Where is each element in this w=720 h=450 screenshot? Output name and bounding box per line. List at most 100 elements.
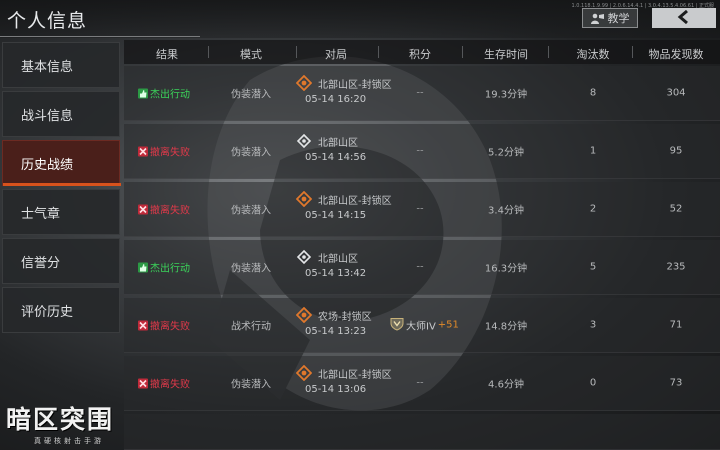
- result-badge: 撤离失败: [138, 318, 190, 333]
- thumbs-up-icon: [138, 88, 148, 98]
- result-label: 杰出行动: [150, 263, 190, 275]
- sidebar-item-label: 基本信息: [21, 59, 74, 75]
- header-bar: 个人信息 1.0.118.1.9.99 | 2.0.6.14.4.1 | 3.0…: [0, 0, 720, 38]
- kills-cell: 2: [589, 203, 597, 215]
- thumbs-up-icon: [138, 262, 148, 272]
- evac-failed-icon: [138, 204, 148, 214]
- items-found-cell: 95: [669, 145, 683, 157]
- sidebar-item-label: 战斗信息: [21, 108, 74, 124]
- match-time: 05-14 13:42: [305, 268, 367, 279]
- table-row[interactable]: 撤离失败 伪装潜入 北部山区 05-14 14:56 -- 5.2分钟 1 95: [124, 124, 720, 179]
- table-row[interactable]: [124, 414, 720, 450]
- sidebar-item-basic-info[interactable]: 基本信息: [2, 42, 120, 88]
- sidebar-item-label: 信誉分: [21, 255, 61, 271]
- result-label: 杰出行动: [150, 89, 190, 101]
- table-row[interactable]: 撤离失败 伪装潜入 北部山区-封锁区 05-14 13:06 -- 4.6分钟 …: [124, 356, 720, 411]
- table-row[interactable]: 撤离失败 伪装潜入 北部山区-封锁区 05-14 14:15 -- 3.4分钟 …: [124, 182, 720, 237]
- rank-badge-icon: [390, 317, 404, 334]
- sidebar-item-match-history[interactable]: 历史战绩: [2, 140, 121, 186]
- map-name: 北部山区-封锁区: [318, 80, 392, 91]
- column-header-survival-time: 生存时间: [484, 48, 528, 61]
- score-cell: --: [416, 203, 424, 215]
- table-row[interactable]: 撤离失败 战术行动 农场-封锁区 05-14 13:23 大师IV +51 14…: [124, 298, 720, 353]
- column-header-result: 结果: [156, 48, 178, 61]
- result-label: 撤离失败: [150, 321, 190, 333]
- column-divider: [296, 46, 297, 58]
- score-cell: --: [416, 261, 424, 273]
- sidebar-item-credit-score[interactable]: 信誉分: [2, 238, 120, 284]
- survival-time-cell: 5.2分钟: [488, 147, 524, 159]
- match-time: 05-14 14:56: [305, 152, 367, 163]
- column-divider: [462, 46, 463, 58]
- page-title: 个人信息: [7, 10, 88, 32]
- score-cell: --: [416, 87, 424, 99]
- game-logo: 暗区突围 真硬核射击手游: [6, 400, 156, 448]
- column-divider: [548, 46, 549, 58]
- kills-cell: 1: [589, 145, 597, 157]
- kills-cell: 8: [589, 87, 597, 99]
- logo-title: 暗区突围: [6, 405, 115, 434]
- sidebar-item-label: 历史战绩: [21, 157, 74, 173]
- result-badge: 撤离失败: [138, 144, 190, 159]
- column-header-items-found: 物品发现数: [648, 48, 704, 61]
- rank-points-delta: +51: [437, 319, 459, 331]
- lockdown-zone-icon: [295, 364, 313, 382]
- sidebar-item-battle-info[interactable]: 战斗信息: [2, 91, 120, 137]
- items-found-cell: 304: [666, 87, 686, 99]
- tutorial-button[interactable]: 教学: [582, 8, 638, 28]
- map-name: 农场-封锁区: [318, 312, 372, 323]
- result-badge: 撤离失败: [138, 376, 190, 391]
- items-found-cell: 52: [669, 203, 683, 215]
- score-cell: --: [416, 145, 424, 157]
- map-name: 北部山区: [318, 254, 358, 265]
- survival-time-cell: 4.6分钟: [488, 379, 524, 391]
- kills-cell: 3: [589, 319, 597, 331]
- match-cell: 北部山区 05-14 14:56: [296, 131, 406, 171]
- map-name: 北部山区-封锁区: [318, 196, 392, 207]
- match-time: 05-14 16:20: [305, 94, 367, 105]
- map-name: 北部山区: [318, 138, 358, 149]
- result-badge: 撤离失败: [138, 202, 190, 217]
- mode-cell: 伪装潜入: [231, 205, 271, 217]
- mode-cell: 伪装潜入: [231, 89, 271, 101]
- score-cell: --: [416, 377, 424, 389]
- items-found-cell: 73: [669, 377, 683, 389]
- sidebar-item-review-history[interactable]: 评价历史: [2, 287, 120, 333]
- result-label: 撤离失败: [150, 205, 190, 217]
- map-name: 北部山区-封锁区: [318, 370, 392, 381]
- table-row[interactable]: 杰出行动 伪装潜入 北部山区 05-14 13:42 -- 16.3分钟 5 2…: [124, 240, 720, 295]
- survival-time-cell: 16.3分钟: [484, 263, 528, 275]
- tutorial-label: 教学: [607, 12, 630, 25]
- kills-cell: 0: [589, 377, 597, 389]
- sidebar-item-morale-badge[interactable]: 士气章: [2, 189, 120, 235]
- column-divider: [208, 46, 209, 58]
- result-label: 撤离失败: [150, 147, 190, 159]
- column-divider: [378, 46, 379, 58]
- mode-cell: 伪装潜入: [231, 263, 271, 275]
- kills-cell: 5: [589, 261, 597, 273]
- match-time: 05-14 13:06: [305, 384, 367, 395]
- column-divider: [632, 46, 633, 58]
- match-cell: 北部山区 05-14 13:42: [296, 247, 406, 287]
- table-row[interactable]: 杰出行动 伪装潜入 北部山区-封锁区 05-14 16:20 -- 19.3分钟…: [124, 66, 720, 121]
- rank-cell: 大师IV +51: [390, 317, 459, 334]
- title-underline: [0, 36, 200, 37]
- survival-time-cell: 3.4分钟: [488, 205, 524, 217]
- result-badge: 杰出行动: [138, 86, 190, 101]
- table-header: 结果 模式 对局 积分 生存时间 淘汰数 物品发现数: [124, 40, 720, 64]
- column-header-mode: 模式: [240, 48, 262, 61]
- survival-time-cell: 19.3分钟: [484, 89, 528, 101]
- match-time: 05-14 14:15: [305, 210, 367, 221]
- match-cell: 北部山区-封锁区 05-14 13:06: [295, 363, 406, 403]
- lockdown-zone-icon: [295, 306, 313, 324]
- logo-tagline: 真硬核射击手游: [34, 437, 104, 445]
- match-time: 05-14 13:23: [305, 326, 367, 337]
- back-button[interactable]: [652, 8, 716, 28]
- survival-time-cell: 14.8分钟: [484, 321, 528, 333]
- evac-failed-icon: [138, 320, 148, 330]
- match-cell: 北部山区-封锁区 05-14 14:15: [295, 189, 406, 229]
- match-history-table: 结果 模式 对局 积分 生存时间 淘汰数 物品发现数 杰出行动 伪装潜入 北部山…: [124, 40, 720, 450]
- mode-cell: 战术行动: [231, 321, 271, 333]
- column-header-match: 对局: [325, 48, 347, 61]
- rank-name: 大师IV: [406, 321, 436, 333]
